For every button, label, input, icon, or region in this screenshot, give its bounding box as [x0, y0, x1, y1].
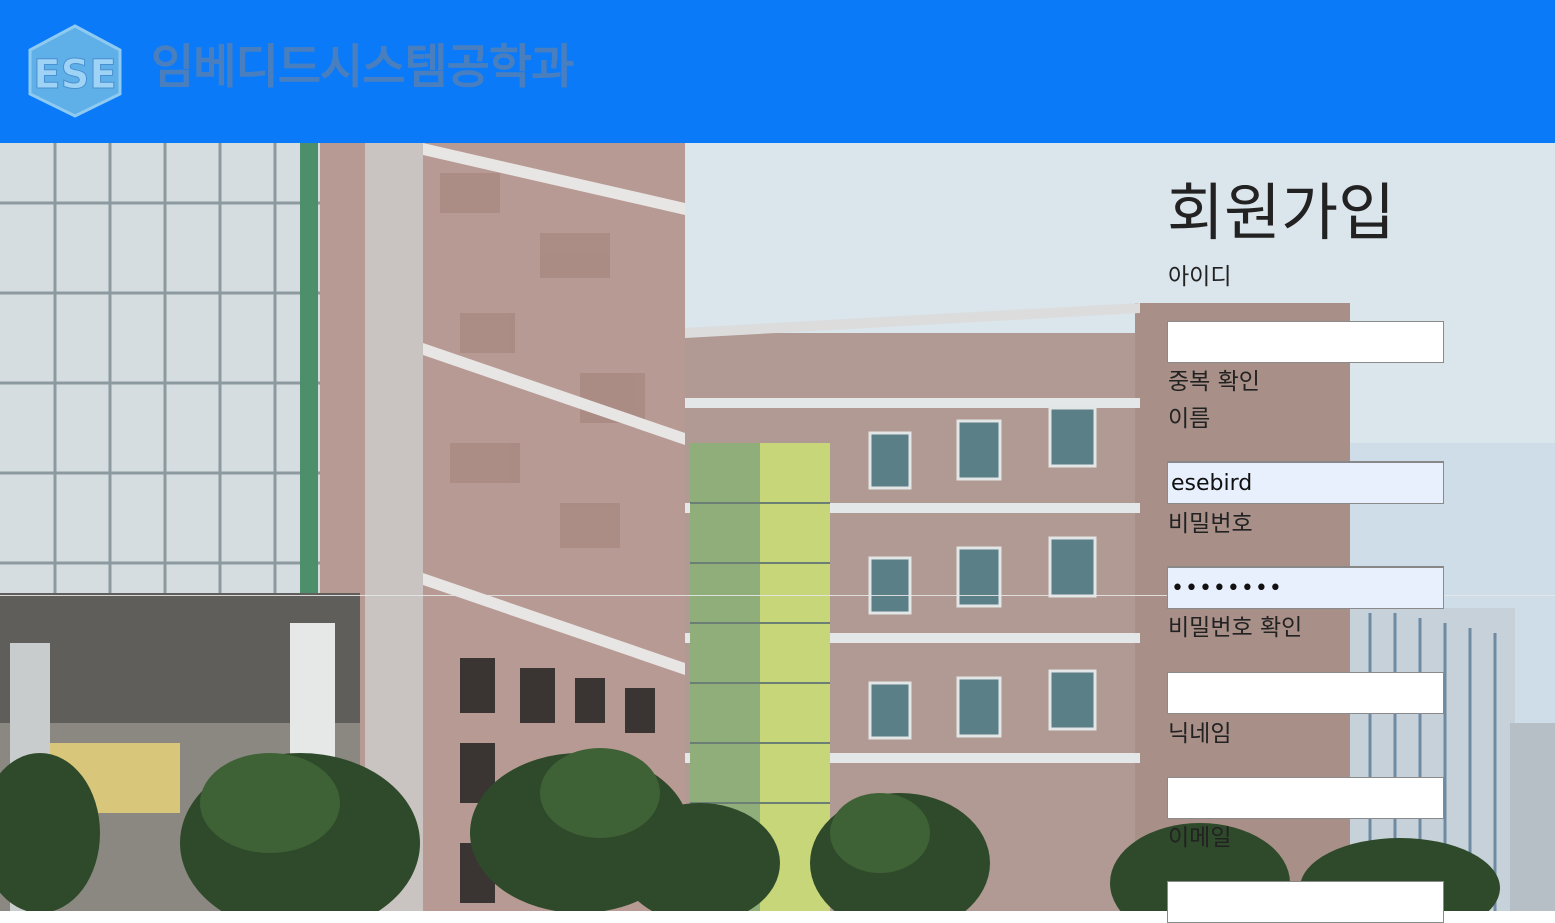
top-header: ESE 임베디드시스템공학과 — [0, 0, 1555, 143]
password-label: 비밀번호 — [1168, 511, 1253, 537]
id-input[interactable] — [1167, 321, 1444, 363]
name-label: 이름 — [1168, 406, 1211, 432]
signup-title: 회원가입 — [1167, 176, 1396, 249]
department-title[interactable]: 임베디드시스템공학과 — [151, 38, 574, 98]
password-confirm-label: 비밀번호 확인 — [1168, 615, 1303, 641]
password-confirm-input[interactable] — [1167, 672, 1444, 714]
email-input[interactable] — [1167, 881, 1444, 923]
nickname-input[interactable] — [1167, 777, 1444, 819]
duplicate-check-link[interactable]: 중복 확인 — [1168, 367, 1260, 397]
password-input[interactable] — [1167, 566, 1444, 609]
ese-logo[interactable]: ESE — [26, 24, 124, 118]
nickname-label: 닉네임 — [1168, 721, 1232, 747]
email-label: 이메일 — [1168, 825, 1232, 851]
svg-text:ESE: ESE — [33, 52, 116, 98]
name-input[interactable] — [1167, 461, 1444, 504]
id-label: 아이디 — [1168, 264, 1232, 290]
